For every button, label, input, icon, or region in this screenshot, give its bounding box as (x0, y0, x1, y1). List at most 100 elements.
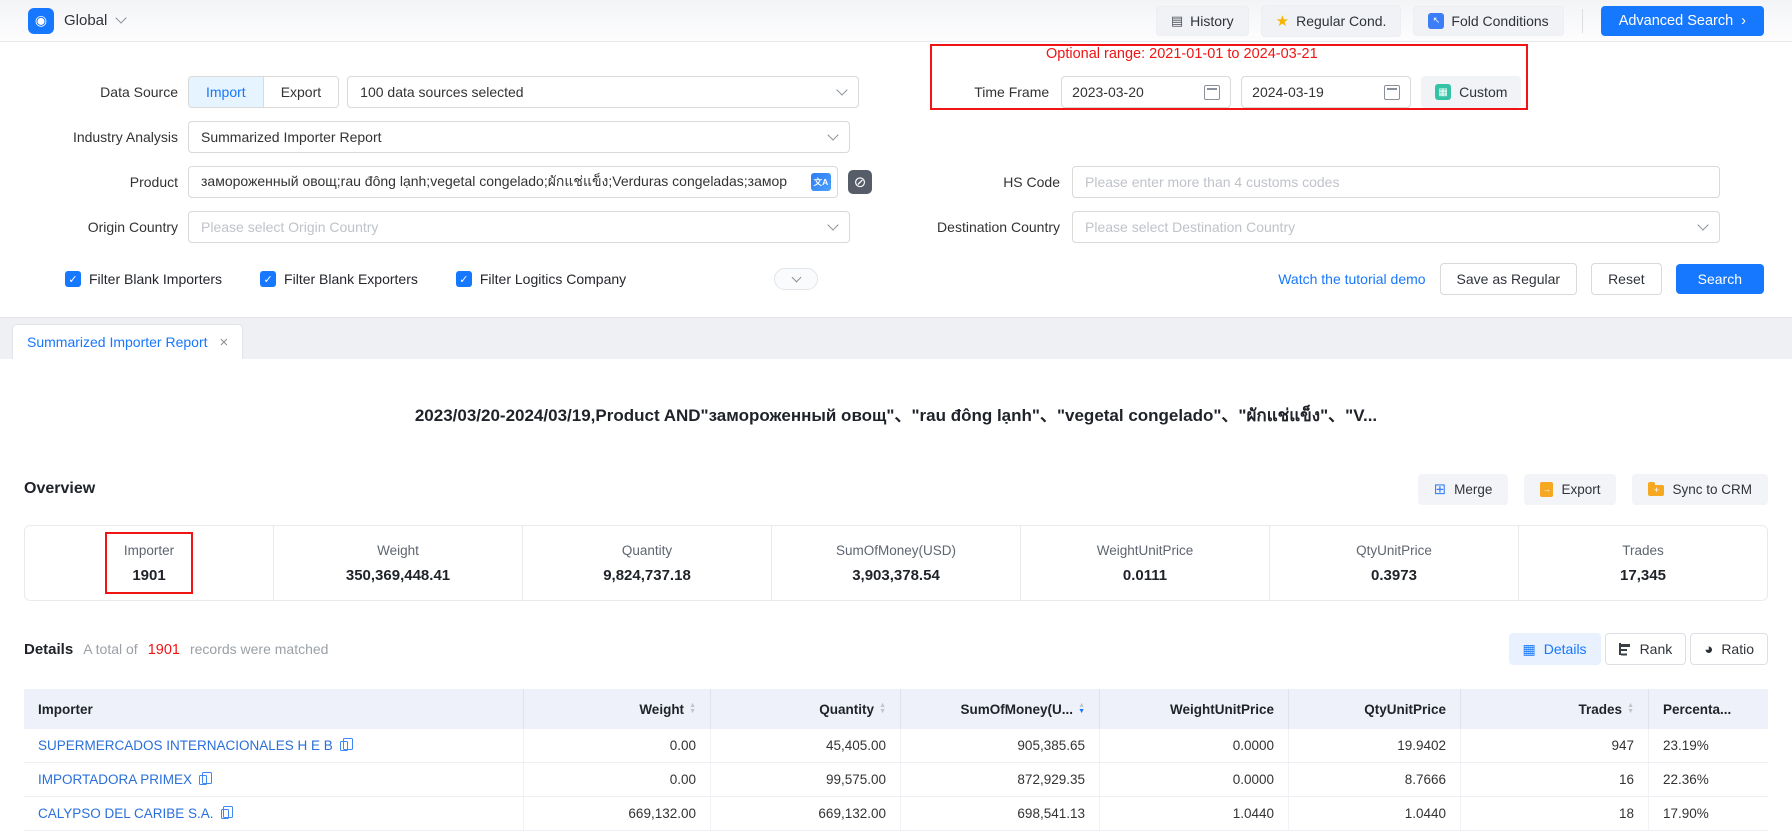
chevron-down-icon (836, 84, 847, 95)
trades-cell: 18 (1461, 797, 1649, 830)
regular-cond-button[interactable]: ★ Regular Cond. (1261, 5, 1402, 37)
filter-blank-exporters-label: Filter Blank Exporters (284, 271, 418, 287)
regular-cond-label: Regular Cond. (1296, 13, 1386, 29)
date-to-field[interactable]: 2024-03-19 (1241, 76, 1411, 108)
qtyunitprice-cell: 8.7666 (1289, 763, 1461, 796)
industry-select[interactable]: Summarized Importer Report (188, 121, 850, 153)
view-details-button[interactable]: ▦ Details (1509, 633, 1601, 665)
product-row: Product 文A ⊘ HS Code (28, 166, 1764, 198)
date-from-value: 2023-03-20 (1072, 84, 1144, 100)
qtyunitprice-cell: 19.9402 (1289, 729, 1461, 762)
data-source-select[interactable]: 100 data sources selected (347, 76, 859, 108)
date-to-value: 2024-03-19 (1252, 84, 1324, 100)
sort-icons-active-desc[interactable]: ▲▼ (1078, 703, 1085, 715)
save-as-regular-button[interactable]: Save as Regular (1440, 263, 1578, 295)
data-source-value: 100 data sources selected (360, 84, 523, 100)
view-ratio-button[interactable]: ◕ Ratio (1690, 633, 1768, 665)
importer-link[interactable]: CALYPSO DEL CARIBE S.A. (38, 806, 214, 821)
history-button[interactable]: ▤ History (1156, 6, 1249, 36)
copy-icon[interactable] (340, 741, 348, 751)
time-frame-label: Time Frame (869, 84, 1049, 100)
origin-country-label: Origin Country (28, 219, 178, 235)
exclude-icon[interactable]: ⊘ (848, 170, 872, 194)
col-label: WeightUnitPrice (1170, 702, 1274, 717)
hs-code-input[interactable] (1072, 166, 1720, 198)
trades-cell: 947 (1461, 729, 1649, 762)
copy-icon[interactable] (221, 809, 229, 819)
weight-cell: 0.00 (524, 763, 711, 796)
import-export-toggle: Import Export (188, 76, 339, 108)
table-grid-icon: ▦ (1523, 642, 1536, 656)
col-sumofmoney[interactable]: SumOfMoney(U... ▲▼ (901, 689, 1100, 729)
view-switch: ▦ Details Rank ◕ Ratio (1509, 633, 1768, 665)
details-heading: Details (24, 641, 73, 658)
origin-country-select[interactable]: Please select Origin Country (188, 211, 850, 243)
chevron-down-icon (1697, 219, 1708, 230)
export-tab[interactable]: Export (263, 77, 338, 107)
destination-country-select[interactable]: Please select Destination Country (1072, 211, 1720, 243)
stat-qtyunitprice: QtyUnitPrice 0.3973 (1269, 526, 1518, 600)
search-button[interactable]: Search (1676, 264, 1764, 294)
qtyunitprice-cell: 1.0440 (1289, 797, 1461, 830)
col-trades[interactable]: Trades ▲▼ (1461, 689, 1649, 729)
reset-button[interactable]: Reset (1591, 263, 1662, 295)
filter-blank-exporters-checkbox[interactable]: ✓ Filter Blank Exporters (260, 271, 418, 287)
translate-icon[interactable]: 文A (811, 173, 831, 191)
weight-cell: 669,132.00 (524, 797, 711, 830)
bar-chart-icon (1619, 643, 1632, 655)
percentage-cell: 17.90% (1649, 797, 1768, 830)
trades-cell: 16 (1461, 763, 1649, 796)
tutorial-demo-link[interactable]: Watch the tutorial demo (1278, 271, 1425, 287)
quantity-cell: 45,405.00 (711, 729, 901, 762)
sync-to-crm-button[interactable]: + Sync to CRM (1632, 474, 1768, 505)
stat-label: Trades (1622, 543, 1664, 558)
stat-value: 0.3973 (1371, 567, 1417, 584)
stat-weight: Weight 350,369,448.41 (273, 526, 522, 600)
export-button[interactable]: → Export (1524, 474, 1616, 505)
importer-link[interactable]: IMPORTADORA PRIMEX (38, 772, 192, 787)
col-label: SumOfMoney(U... (961, 702, 1074, 717)
sort-icons[interactable]: ▲▼ (1627, 703, 1634, 715)
view-details-label: Details (1544, 641, 1587, 657)
matched-prefix: A total of (83, 641, 137, 657)
col-label: QtyUnitPrice (1364, 702, 1446, 717)
sort-icons[interactable]: ▲▼ (879, 703, 886, 715)
col-percentage: Percenta... (1649, 689, 1768, 729)
region-selector[interactable]: ◉ Global (28, 8, 125, 34)
stat-sumofmoney: SumOfMoney(USD) 3,903,378.54 (771, 526, 1020, 600)
fold-conditions-button[interactable]: ↖ Fold Conditions (1413, 6, 1563, 36)
sort-icons[interactable]: ▲▼ (689, 703, 696, 715)
stat-label: Weight (377, 543, 419, 558)
close-icon[interactable]: × (220, 334, 229, 351)
data-source-row: Data Source Import Export 100 data sourc… (28, 76, 1764, 108)
import-tab[interactable]: Import (189, 77, 263, 107)
fold-conditions-label: Fold Conditions (1451, 13, 1548, 29)
date-from-field[interactable]: 2023-03-20 (1061, 76, 1231, 108)
tab-summarized-importer-report[interactable]: Summarized Importer Report × (12, 324, 243, 359)
col-label: Quantity (819, 702, 874, 717)
col-weight[interactable]: Weight ▲▼ (524, 689, 711, 729)
table-row: SUPERMERCADOS INTERNACIONALES H E B 0.00… (24, 729, 1768, 763)
col-quantity[interactable]: Quantity ▲▼ (711, 689, 901, 729)
details-row: Details A total of 1901 records were mat… (24, 631, 1768, 667)
copy-icon[interactable] (199, 775, 207, 785)
custom-range-button[interactable]: ▦ Custom (1421, 76, 1521, 108)
custom-grid-icon: ▦ (1435, 84, 1451, 100)
app-window: ◉ Global ▤ History ★ Regular Cond. ↖ Fol… (0, 0, 1792, 838)
stat-value: 350,369,448.41 (346, 567, 450, 584)
filter-logistics-company-checkbox[interactable]: ✓ Filter Logitics Company (456, 271, 626, 287)
overview-actions: ⊞ Merge → Export + Sync to CRM (1418, 474, 1768, 505)
product-input[interactable] (188, 166, 838, 198)
collapse-conditions-button[interactable] (774, 268, 818, 290)
view-rank-button[interactable]: Rank (1605, 633, 1687, 665)
merge-button[interactable]: ⊞ Merge (1418, 474, 1509, 505)
filter-blank-importers-checkbox[interactable]: ✓ Filter Blank Importers (65, 271, 222, 287)
sync-label: Sync to CRM (1672, 482, 1752, 497)
tab-label: Summarized Importer Report (27, 334, 208, 350)
chevron-down-icon (791, 273, 801, 283)
advanced-search-button[interactable]: Advanced Search › (1601, 6, 1764, 36)
top-bar: ◉ Global ▤ History ★ Regular Cond. ↖ Fol… (0, 0, 1792, 42)
destination-placeholder: Please select Destination Country (1085, 219, 1295, 235)
importer-link[interactable]: SUPERMERCADOS INTERNACIONALES H E B (38, 738, 333, 753)
importer-cell: SUPERMERCADOS INTERNACIONALES H E B (24, 729, 524, 762)
